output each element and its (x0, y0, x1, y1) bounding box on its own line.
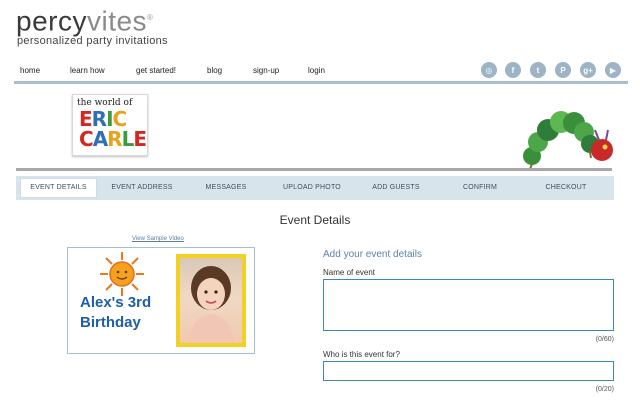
event-for-field[interactable] (323, 361, 614, 381)
invitation-preview: Alex's 3rd Birthday (67, 247, 255, 354)
invitation-title-line1: Alex's 3rd (80, 294, 152, 311)
brand-letter: A (92, 127, 109, 151)
brand-letter: E (133, 127, 147, 151)
brand-letter: R (107, 127, 122, 151)
form-heading: Add your event details (323, 249, 422, 260)
child-portrait-image (188, 266, 234, 343)
view-sample-video-link[interactable]: View Sample Video (132, 236, 184, 242)
nav-divider (14, 81, 628, 84)
event-name-label: Name of event (323, 268, 376, 277)
event-name-counter: (0/60) (595, 336, 614, 343)
photo-frame (176, 254, 246, 347)
event-name-field[interactable] (323, 279, 614, 331)
tab-confirm[interactable]: CONFIRM (440, 176, 520, 200)
logo-text-percy: percy (16, 5, 87, 37)
banner-divider (16, 168, 612, 171)
nav-sign-up[interactable]: sign-up (253, 66, 279, 75)
tab-upload-photo[interactable]: UPLOAD PHOTO (271, 176, 353, 200)
invitation-title-line2: Birthday (80, 314, 141, 331)
caterpillar-illustration (523, 111, 613, 170)
tab-messages[interactable]: MESSAGES (186, 176, 266, 200)
registered-mark: ® (147, 13, 154, 22)
nav-login[interactable]: login (308, 66, 325, 75)
pinterest-icon[interactable]: P (555, 62, 571, 78)
youtube-icon[interactable]: ▶ (605, 62, 621, 78)
brand-letter: C (79, 127, 94, 151)
brand-line-3: CARLE (79, 127, 147, 151)
child-photo (180, 258, 242, 343)
event-for-label: Who is this event for? (323, 350, 400, 359)
brand-letter: L (121, 127, 135, 151)
logo-text-vites: vites (86, 5, 148, 37)
twitter-icon[interactable]: t (530, 62, 546, 78)
tab-event-address[interactable]: EVENT ADDRESS (103, 176, 181, 200)
step-tabs: EVENT DETAILS EVENT ADDRESS MESSAGES UPL… (16, 176, 614, 200)
nav-learn-how[interactable]: learn how (70, 66, 105, 75)
sun-icon (100, 252, 144, 296)
tagline: personalized party invitations (17, 35, 168, 47)
tab-add-guests[interactable]: ADD GUESTS (356, 176, 436, 200)
nav-get-started[interactable]: get started! (136, 66, 176, 75)
nav-blog[interactable]: blog (207, 66, 222, 75)
facebook-icon[interactable]: f (505, 62, 521, 78)
eric-carle-logo: the world of ERIC CARLE (72, 94, 148, 156)
page-title: Event Details (279, 213, 351, 227)
event-for-counter: (0/20) (595, 386, 614, 393)
site-logo[interactable]: percyvites® (16, 2, 153, 37)
instagram-icon[interactable]: ◎ (481, 62, 497, 78)
brand-line-2: ERIC (79, 109, 127, 129)
nav-home[interactable]: home (20, 66, 40, 75)
tab-event-details[interactable]: EVENT DETAILS (20, 178, 97, 198)
tab-checkout[interactable]: CHECKOUT (526, 176, 606, 200)
top-nav: home learn how get started! blog sign-up… (20, 66, 420, 80)
google-plus-icon[interactable]: g+ (580, 62, 596, 78)
